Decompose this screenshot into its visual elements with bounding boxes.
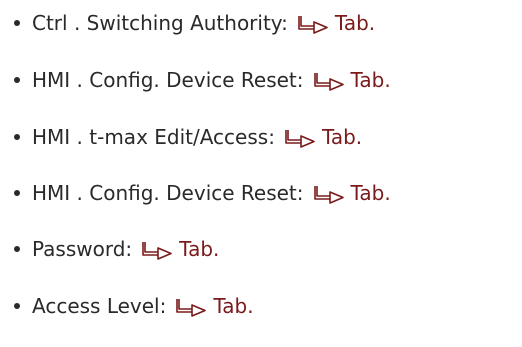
- tab-link[interactable]: Tab.: [351, 68, 391, 92]
- list-item: HMI . t-max Edit/Access: Tab.: [0, 122, 522, 152]
- tab-link[interactable]: Tab.: [179, 237, 219, 261]
- tab-link[interactable]: Tab.: [322, 125, 362, 149]
- tab-link[interactable]: Tab.: [213, 294, 253, 318]
- item-label: HMI . t-max Edit/Access:: [32, 125, 275, 149]
- tab-link[interactable]: Tab.: [335, 11, 375, 35]
- link-arrow-icon: [297, 14, 329, 34]
- item-label: HMI . Config. Device Reset:: [32, 181, 304, 205]
- link-arrow-icon: [313, 184, 345, 204]
- link-arrow-icon: [313, 71, 345, 91]
- bullet-dot: [14, 303, 20, 309]
- link-arrow-icon: [141, 240, 173, 260]
- bullet-dot: [14, 20, 20, 26]
- bullet-dot: [14, 134, 20, 140]
- list-item: HMI . Config. Device Reset: Tab.: [0, 178, 522, 208]
- list-item: Access Level: Tab.: [0, 291, 522, 321]
- item-label: Ctrl . Switching Authority:: [32, 11, 288, 35]
- item-label: Password:: [32, 237, 133, 261]
- item-label: Access Level:: [32, 294, 167, 318]
- bullet-dot: [14, 246, 20, 252]
- item-label: HMI . Config. Device Reset:: [32, 68, 304, 92]
- list-item: Password: Tab.: [0, 234, 522, 264]
- link-arrow-icon: [284, 128, 316, 148]
- bullet-dot: [14, 77, 20, 83]
- bullet-dot: [14, 190, 20, 196]
- link-arrow-icon: [175, 297, 207, 317]
- list-item: HMI . Config. Device Reset: Tab.: [0, 65, 522, 95]
- list-item: Ctrl . Switching Authority: Tab.: [0, 8, 522, 38]
- tab-link[interactable]: Tab.: [351, 181, 391, 205]
